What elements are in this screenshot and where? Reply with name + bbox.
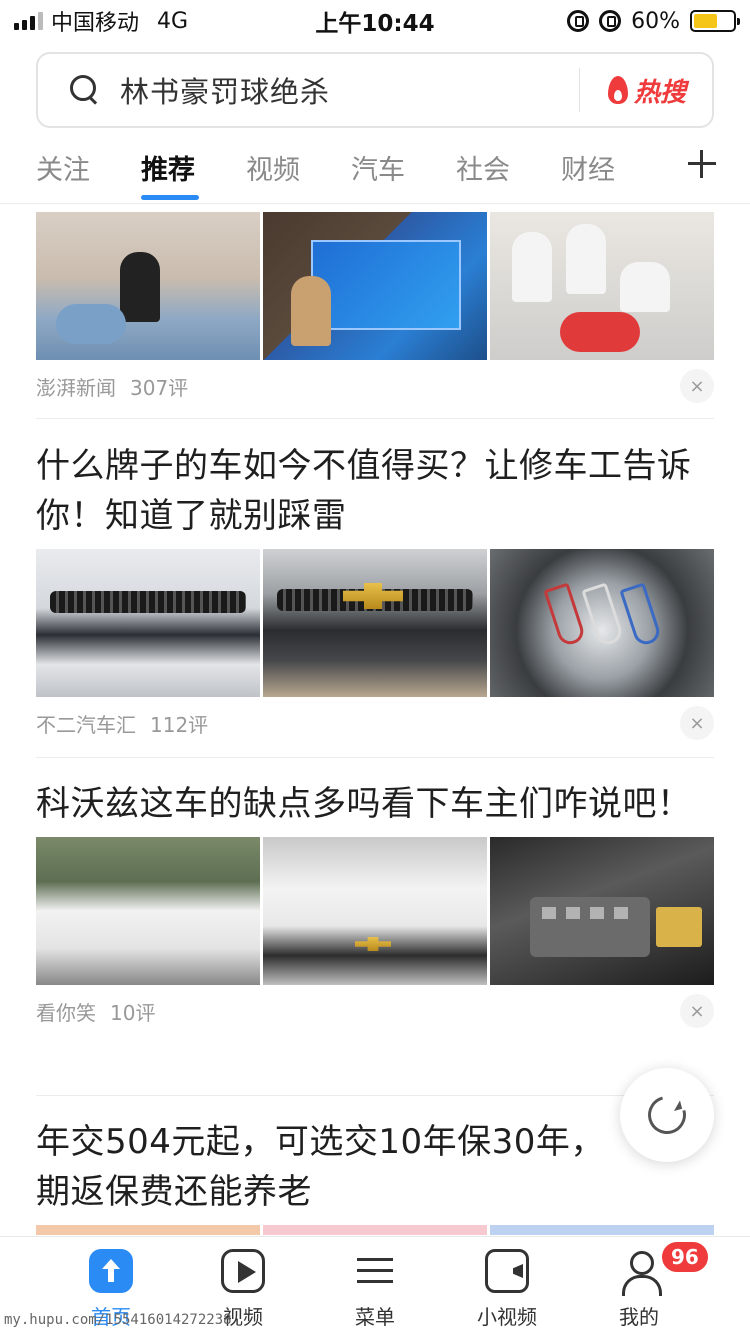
thumbnail-image	[36, 212, 260, 360]
thumbnail-image	[36, 1225, 260, 1235]
comment-count: 10评	[110, 1000, 156, 1025]
refresh-button[interactable]	[620, 1068, 714, 1162]
search-icon	[70, 75, 100, 105]
play-icon	[221, 1249, 265, 1293]
refresh-icon	[641, 1089, 693, 1141]
search-query[interactable]: 林书豪罚球绝杀	[120, 69, 579, 111]
source-name: 澎湃新闻	[36, 375, 116, 400]
dismiss-button[interactable]: ×	[680, 369, 714, 403]
menu-icon	[353, 1249, 397, 1293]
thumbnail-image	[490, 837, 714, 985]
thumbnail-image	[263, 1225, 487, 1235]
item-meta: 澎湃新闻 307评 ×	[36, 360, 714, 412]
carrier-name: 中国移动	[51, 11, 140, 36]
news-item[interactable]: 什么牌子的车如今不值得买？让修车工告诉你！知道了就别踩雷 不二汽车汇 112评 …	[36, 441, 714, 749]
nav-menu[interactable]: 菜单	[330, 1249, 420, 1330]
battery-icon	[690, 10, 740, 32]
status-bar: 中国移动 4G 上午10:44 60%	[0, 0, 750, 42]
search-bar[interactable]: 林书豪罚球绝杀 热搜	[36, 52, 714, 128]
tab-auto[interactable]: 汽车	[351, 148, 405, 187]
news-item[interactable]: 年交504元起，可选交10年保30年，期返保费还能养老	[36, 1117, 714, 1235]
hot-search-label: 热搜	[633, 77, 686, 108]
thumbnail-row	[36, 549, 714, 697]
nav-label: 小视频	[477, 1305, 537, 1329]
tab-society[interactable]: 社会	[456, 148, 510, 187]
thumbnail-image	[36, 837, 260, 985]
item-meta: 不二汽车汇 112评 ×	[36, 697, 714, 749]
video-camera-icon	[485, 1249, 529, 1293]
search-divider	[578, 68, 580, 112]
thumbnail-image	[490, 212, 714, 360]
item-meta: 看你笑 10评 ×	[36, 985, 714, 1037]
tab-video[interactable]: 视频	[246, 148, 300, 187]
profile-icon	[617, 1249, 662, 1296]
item-divider	[36, 418, 714, 419]
thumbnail-image	[263, 549, 487, 697]
tab-finance[interactable]: 财经	[561, 148, 615, 187]
article-title[interactable]: 年交504元起，可选交10年保30年，期返保费还能养老	[36, 1117, 714, 1217]
nav-short-video[interactable]: 小视频	[462, 1249, 552, 1330]
thumbnail-row	[36, 837, 714, 985]
home-icon	[89, 1249, 133, 1293]
dismiss-button[interactable]: ×	[680, 706, 714, 740]
rotation-lock-icon	[567, 10, 590, 32]
flame-icon	[607, 76, 628, 104]
item-divider	[36, 757, 714, 758]
notification-badge: 96	[660, 1240, 710, 1274]
thumbnail-image	[36, 549, 260, 697]
add-channel-icon[interactable]	[688, 150, 716, 178]
thumbnail-image	[263, 212, 487, 360]
item-divider	[36, 1095, 714, 1096]
comment-count: 307评	[130, 375, 189, 400]
source-name: 看你笑	[36, 1000, 96, 1025]
battery-percent: 60%	[631, 8, 680, 34]
battery-fill	[694, 14, 717, 28]
signal-icon	[14, 12, 43, 30]
comment-count: 112评	[150, 712, 209, 737]
tab-follow[interactable]: 关注	[36, 148, 90, 187]
nav-label: 菜单	[355, 1305, 395, 1329]
news-item[interactable]: 澎湃新闻 307评 ×	[36, 212, 714, 412]
alarm-icon	[599, 10, 622, 32]
channel-tabs: 关注 推荐 视频 汽车 社会 财经	[0, 140, 750, 204]
thumbnail-row	[36, 1225, 714, 1235]
tab-recommend[interactable]: 推荐	[141, 148, 195, 187]
hot-search-button[interactable]: 热搜	[607, 72, 686, 109]
nav-label: 我的	[619, 1305, 659, 1329]
source-name: 不二汽车汇	[36, 712, 136, 737]
news-item[interactable]: 科沃兹这车的缺点多吗看下车主们咋说吧！ 看你笑 10评 ×	[36, 779, 714, 1037]
thumbnail-image	[263, 837, 487, 985]
active-tab-indicator	[141, 195, 199, 200]
article-title[interactable]: 科沃兹这车的缺点多吗看下车主们咋说吧！	[36, 779, 714, 829]
thumbnail-image	[490, 1225, 714, 1235]
thumbnail-row	[36, 212, 714, 360]
thumbnail-image	[490, 549, 714, 697]
dismiss-button[interactable]: ×	[680, 994, 714, 1028]
article-title[interactable]: 什么牌子的车如今不值得买？让修车工告诉你！知道了就别踩雷	[36, 441, 714, 541]
network-type: 4G	[157, 8, 189, 34]
watermark-text: my.hupu.com/155416014272238	[4, 1312, 232, 1328]
